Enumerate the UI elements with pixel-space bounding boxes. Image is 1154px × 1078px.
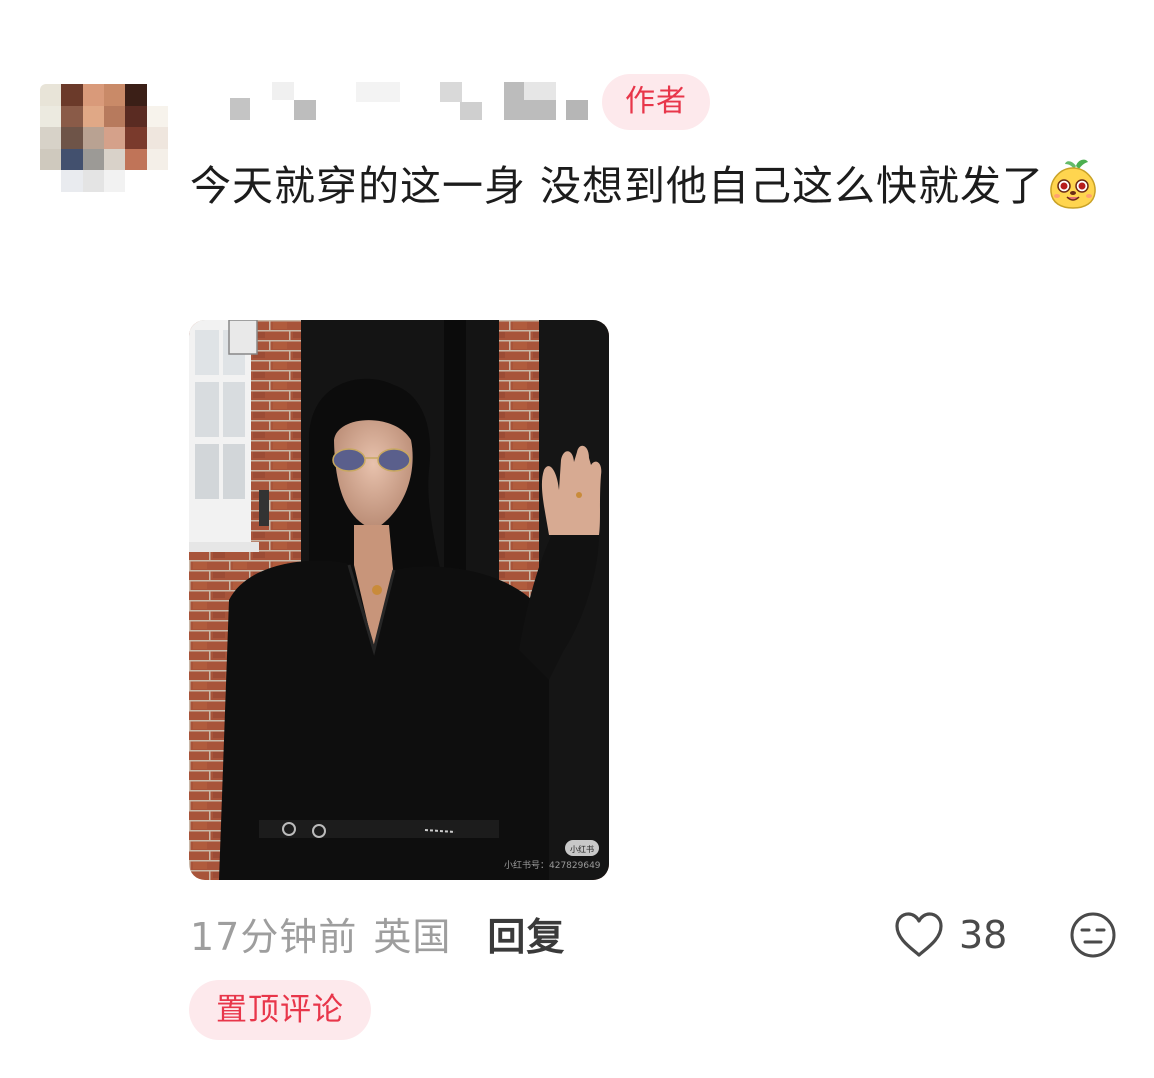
watermark-logo: 小红书 (570, 844, 594, 854)
like-count: 38 (959, 913, 1008, 957)
comment-location: 英国 (373, 915, 452, 959)
comment-text: 今天就穿的这一身 没想到他自己这么快就发了 (190, 150, 1140, 222)
comment-time: 17分钟前 (190, 915, 358, 959)
reply-button[interactable]: 回复 (487, 915, 565, 959)
heart-outline-icon (895, 912, 943, 957)
author-badge: 作者 (602, 74, 710, 130)
happy-fruit-emoji-icon (1050, 159, 1096, 209)
dislike-button[interactable] (1068, 910, 1118, 960)
username-obscured[interactable] (228, 80, 598, 130)
watermark-id: 小红书号：427829649 (504, 859, 601, 871)
photo-image: 小红书 小红书号：427829649 (189, 320, 609, 880)
expressionless-face-icon (1070, 912, 1116, 958)
like-button[interactable]: 38 (893, 908, 1007, 962)
pinned-comment-badge: 置顶评论 (189, 980, 371, 1040)
avatar[interactable] (40, 84, 168, 192)
comment-meta: 17分钟前 英国 回复 (190, 906, 565, 961)
comment-item: 作者 今天就穿的这一身 没想到他自己这么快就发了 小红书 小红书号：427829… (0, 0, 1154, 1078)
comment-photo[interactable]: 小红书 小红书号：427829649 (189, 320, 609, 880)
comment-body: 今天就穿的这一身 没想到他自己这么快就发了 (190, 162, 1045, 210)
